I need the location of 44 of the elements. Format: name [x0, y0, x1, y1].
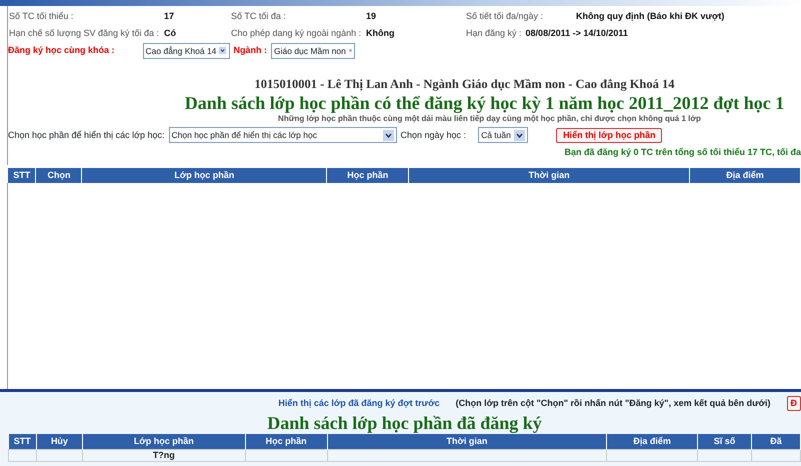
info-value: 17 — [164, 11, 176, 22]
page-title: Danh sách lớp học phần có thể đăng ký học kỳ 1 năm học 2011_2012 đợt học 1 — [184, 92, 786, 114]
info-label: Hạn đăng ký : — [466, 28, 522, 39]
column-header: Chọn — [36, 168, 82, 183]
column-header: Sĩ số — [698, 434, 752, 449]
column-header: Đã — [752, 434, 800, 449]
info-label: Số TC tối đa : — [231, 11, 287, 22]
info-value: Không quy định (Báo khi ĐK vượt) — [576, 11, 726, 22]
info-value: 19 — [366, 11, 378, 22]
filter-label: Ngành : — [234, 45, 268, 56]
info-label: Cho phép dang ký ngoài ngành : — [231, 28, 362, 39]
column-header: Địa điểm — [690, 168, 800, 183]
summary-text: Bạn đã đăng ký 0 TC trên tổng số tối thiểu 17 TC, tối đa — [563, 147, 801, 158]
column-header: Thời gian — [327, 434, 607, 449]
dropdown[interactable]: Cao đẳng Khoá 14 — [142, 42, 230, 59]
column-header: Địa điểm — [606, 434, 698, 449]
info-label: Số TC tối thiểu : — [9, 11, 74, 22]
column-header: Học phần — [326, 168, 409, 183]
student-heading: 1015010001 - Lê Thị Lan Anh - Ngành Giáo dục Mầm non - Cao đẳng Khoá 14 — [254, 76, 676, 92]
filter-label: Chọn ngày học : — [400, 130, 466, 141]
dropdown[interactable]: Giáo dục Mầm non — [271, 42, 356, 59]
info-value: Có — [164, 28, 177, 39]
column-header: Lớp học phần — [82, 168, 327, 183]
info-label: Số tiết tối đa/ngày : — [466, 11, 544, 22]
dropdown[interactable]: Chọn học phần để hiển thị các lớp học — [168, 127, 397, 144]
show-classes-button[interactable]: Hiển thị lớp học phần — [556, 128, 662, 143]
info-value: 08/08/2011 -> 14/10/2011 — [526, 28, 628, 39]
column-header: Hủy — [36, 434, 82, 449]
note-text: Những lớp học phần thuộc cùng một dải màu liên tiếp dạy cùng một học phần, chỉ được chọn không quá 1 lớp — [277, 114, 702, 124]
registered-title: Danh sách lớp học phần đã đăng ký — [266, 412, 543, 434]
column-header: Thời gian — [408, 168, 690, 183]
info-value: Không — [366, 28, 396, 39]
previous-classes-link[interactable]: Hiển thị các lớp đã đăng ký đợt trước — [278, 398, 440, 409]
register-button[interactable]: Đ — [786, 396, 801, 411]
instruction-text: (Chọn lớp trên cột "Chọn" rồi nhấn nút "Đăng ký", xem kết quả bên dưới) — [456, 398, 770, 409]
column-header: Học phần — [245, 434, 328, 449]
info-label: Hạn chế số lượng SV đăng ký tối đa : — [9, 28, 160, 39]
dropdown[interactable]: Cả tuần — [478, 127, 528, 144]
column-header: STT — [8, 168, 36, 183]
table-cell: T?ng — [152, 450, 175, 460]
column-header: STT — [8, 434, 36, 449]
column-header: Lớp học phần — [82, 434, 246, 449]
filter-label: Chọn học phần để hiển thị các lớp học: — [8, 130, 165, 141]
filter-label: Đăng ký học cùng khóa : — [8, 45, 115, 56]
